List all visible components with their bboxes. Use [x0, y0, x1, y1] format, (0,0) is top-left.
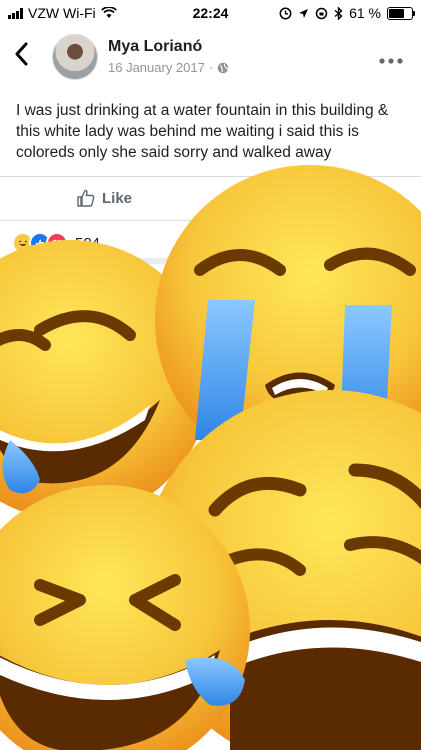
more-dots-icon [379, 58, 403, 64]
like-button[interactable]: Like [76, 188, 132, 208]
divider [0, 220, 421, 221]
post-date[interactable]: 16 January 2017 [108, 60, 205, 75]
back-button[interactable] [14, 42, 28, 71]
reaction-count: 584 [75, 234, 101, 252]
status-bar: VZW Wi-Fi 22:24 61 % [0, 0, 421, 26]
divider [0, 176, 421, 177]
author-name[interactable]: Mya Lorianó [108, 38, 202, 56]
like-label: Like [102, 189, 133, 207]
more-options-button[interactable] [379, 44, 403, 70]
battery-level [389, 8, 404, 18]
sobbing-emoji-bottom-right [140, 390, 421, 750]
post-header: Mya Lorianó 16 January 2017 · [0, 26, 421, 90]
location-arrow-icon [299, 8, 309, 18]
chevron-left-icon [15, 42, 28, 66]
section-divider [0, 258, 421, 264]
status-right: 61 % [279, 5, 415, 21]
date-separator: · [208, 60, 214, 75]
lock-rotation-icon [315, 7, 328, 19]
battery-percent: 61 % [349, 5, 381, 21]
laughing-emoji-bottom-left [0, 485, 250, 750]
post-text: I was just drinking at a water fountain … [16, 102, 389, 161]
avatar[interactable] [52, 34, 98, 80]
battery-icon [387, 6, 415, 20]
alarm-icon [279, 7, 292, 19]
post-meta: 16 January 2017 · [108, 60, 229, 75]
thumbs-up-icon [77, 189, 95, 207]
reactions-summary[interactable]: 584 [12, 232, 100, 254]
bluetooth-icon [334, 6, 343, 20]
love-reaction-icon [46, 232, 68, 254]
crying-emoji-top-right [155, 165, 421, 475]
partial-count-text: 86 [135, 276, 152, 293]
globe-icon [217, 62, 229, 73]
laughing-emoji-left [0, 240, 210, 520]
